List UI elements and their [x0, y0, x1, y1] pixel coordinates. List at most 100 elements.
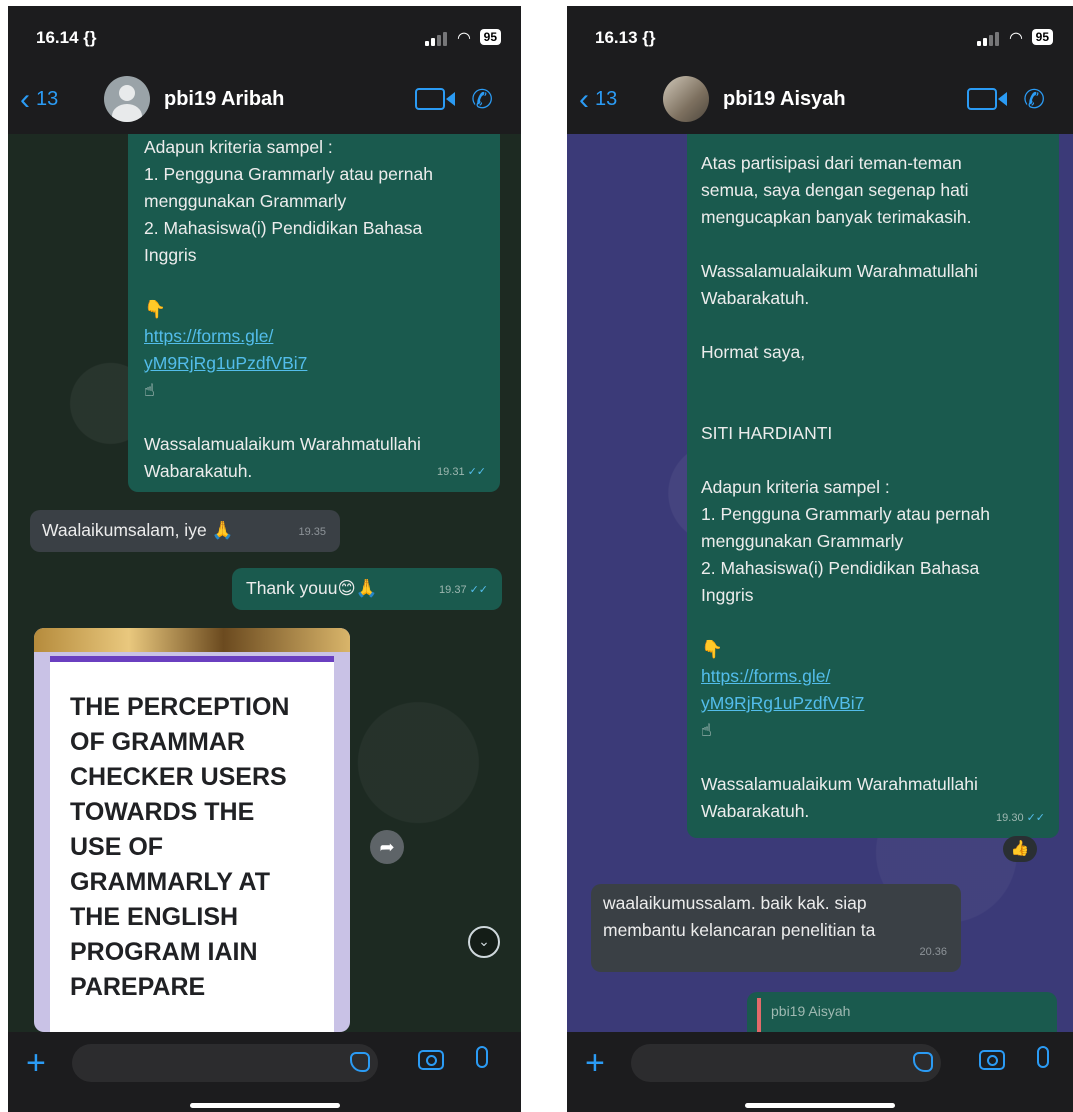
signal-icon — [425, 32, 447, 46]
message-line: ☝ — [701, 720, 712, 740]
message-line — [144, 404, 488, 431]
message-text: Thank youu😊🙏 — [246, 578, 378, 598]
message-line: Inggris — [144, 245, 197, 265]
message-line: CHECKER USERS — [70, 763, 287, 791]
message-line: Adapun kriteria sampel : — [701, 477, 890, 497]
message-line — [701, 312, 1047, 339]
chat-header: ‹ 13 pbi19 Aisyah ✆ — [567, 66, 1073, 134]
message-bubble-incoming[interactable]: waalaikumussalam. baik kak. siap membantu… — [591, 884, 961, 972]
quoted-sender: pbi19 Aisyah — [771, 1003, 851, 1019]
message-line: USE OF — [70, 833, 164, 861]
message-line: Wabarakatuh. — [701, 288, 810, 308]
message-line: GRAMMARLY AT — [70, 868, 270, 896]
message-line: 2. Mahasiswa(i) Pendidikan Bahasa — [144, 218, 423, 238]
signal-icon — [977, 32, 999, 46]
message-line — [701, 744, 1047, 771]
message-bubble-outgoing[interactable]: Adapun kriteria sampel : 1. Pengguna Gram… — [128, 134, 500, 492]
message-meta: 19.37 ✓✓ — [439, 584, 488, 596]
back-button[interactable]: ‹ 13 — [20, 84, 58, 115]
message-input[interactable] — [72, 1044, 378, 1082]
message-link[interactable]: yM9RjRg1uPzdfVBi7 — [144, 350, 488, 377]
message-bubble-outgoing[interactable]: Atas partisipasi dari teman-teman semua, … — [687, 134, 1059, 838]
message-line — [144, 269, 488, 296]
message-line: SITI HARDIANTI — [701, 423, 833, 443]
link-preview-card[interactable]: THE PERCEPTION OF GRAMMAR CHECKER USERS TOW… — [34, 628, 350, 1032]
plus-icon[interactable]: + — [26, 1046, 46, 1080]
message-line: 👇 — [701, 639, 723, 659]
message-line — [701, 447, 1047, 474]
plus-icon[interactable]: + — [585, 1046, 605, 1080]
wifi-icon: ◠ — [1009, 30, 1023, 47]
chat-header: ‹ 13 pbi19 Aribah ✆ — [8, 66, 521, 134]
message-link[interactable]: https://forms.gle/ — [701, 663, 1047, 690]
phone-call-icon[interactable]: ✆ — [471, 84, 493, 115]
message-line: membantu kelancaran penelitian ta — [603, 920, 876, 940]
video-call-icon[interactable] — [967, 88, 1007, 110]
message-line: Atas partisipasi dari teman-teman — [701, 153, 962, 173]
message-line: PAREPARE — [70, 973, 206, 1001]
message-line: THE ENGLISH — [70, 903, 239, 931]
message-line: OF GRAMMAR — [70, 728, 245, 756]
message-line: 2. Mahasiswa(i) Pendidikan Bahasa — [701, 558, 980, 578]
message-line: 1. Pengguna Grammarly atau pernah — [701, 504, 990, 524]
message-line: waalaikumussalam. baik kak. siap — [603, 893, 867, 913]
message-text: Atas partisipasi dari teman-teman semua, … — [701, 150, 1047, 825]
message-line: Adapun kriteria sampel : — [144, 137, 333, 157]
input-bar: + — [8, 1032, 521, 1112]
microphone-icon[interactable] — [476, 1046, 488, 1068]
battery-icon: 95 — [1031, 29, 1053, 45]
message-bubble-incoming[interactable]: Waalaikumsalam, iye 🙏 19.35 — [30, 510, 340, 552]
scroll-down-icon[interactable]: ⌄ — [468, 926, 500, 958]
message-time: 19.35 — [298, 526, 326, 538]
sticker-icon[interactable] — [913, 1052, 933, 1072]
unread-count: 13 — [595, 88, 618, 110]
message-input[interactable] — [631, 1044, 941, 1082]
message-line: menggunakan Grammarly — [701, 531, 904, 551]
message-line: Inggris — [701, 585, 754, 605]
read-receipt-icon: ✓✓ — [1026, 812, 1045, 824]
message-time: 20.36 — [919, 946, 947, 958]
reaction-badge[interactable]: 👍 — [1003, 836, 1037, 862]
message-bubble-outgoing[interactable]: Thank youu😊🙏 19.37 ✓✓ — [232, 568, 502, 610]
message-meta: 19.31 ✓✓ — [437, 466, 486, 478]
message-line: mengucapkan banyak terimakasih. — [701, 207, 972, 227]
message-line: Wassalamualaikum Warahmatullahi — [144, 434, 421, 454]
avatar[interactable] — [663, 76, 709, 122]
camera-icon[interactable] — [979, 1050, 1005, 1070]
preview-document: THE PERCEPTION OF GRAMMAR CHECKER USERS TOW… — [50, 656, 334, 1032]
message-line — [701, 393, 1047, 420]
microphone-icon[interactable] — [1037, 1046, 1049, 1068]
home-indicator — [189, 1103, 340, 1108]
chevron-left-icon: ‹ — [579, 83, 589, 116]
message-text: Waalaikumsalam, iye 🙏 — [42, 520, 234, 540]
contact-name[interactable]: pbi19 Aisyah — [723, 88, 846, 111]
preview-image — [34, 628, 350, 652]
contact-name[interactable]: pbi19 Aribah — [164, 88, 284, 111]
back-button[interactable]: ‹ 13 — [579, 84, 617, 115]
battery-icon: 95 — [479, 29, 501, 45]
message-link[interactable]: yM9RjRg1uPzdfVBi7 — [701, 690, 1047, 717]
avatar[interactable] — [104, 76, 150, 122]
message-link[interactable]: https://forms.gle/ — [144, 323, 488, 350]
sticker-icon[interactable] — [350, 1052, 370, 1072]
message-line: 1. Pengguna Grammarly atau pernah — [144, 164, 433, 184]
home-indicator — [745, 1103, 895, 1108]
message-line: ☝ — [144, 380, 155, 400]
message-line: PROGRAM IAIN — [70, 938, 258, 966]
input-bar: + — [567, 1032, 1073, 1112]
quoted-message: pbi19 Aisyah — [757, 998, 1047, 1032]
message-line: Wassalamualaikum Warahmatullahi — [701, 774, 978, 794]
camera-icon[interactable] — [418, 1050, 444, 1070]
phone-call-icon[interactable]: ✆ — [1023, 84, 1045, 115]
message-meta: 19.30 ✓✓ — [996, 812, 1045, 824]
unread-count: 13 — [36, 88, 59, 110]
message-line — [701, 609, 1047, 636]
read-receipt-icon: ✓✓ — [467, 466, 486, 478]
message-bubble-outgoing[interactable]: pbi19 Aisyah — [747, 992, 1057, 1032]
video-call-icon[interactable] — [415, 88, 455, 110]
status-time: 16.14 {} — [36, 28, 97, 47]
chat-screen-aribah: 16.14 {} ◠ 95 ‹ 13 pbi19 Aribah ✆ Adapun … — [8, 6, 521, 1112]
forward-icon[interactable]: ➦ — [370, 830, 404, 864]
message-line: Wassalamualaikum Warahmatullahi — [701, 261, 978, 281]
chat-screen-aisyah: 16.13 {} ◠ 95 ‹ 13 pbi19 Aisyah ✆ Atas pa… — [567, 6, 1073, 1112]
